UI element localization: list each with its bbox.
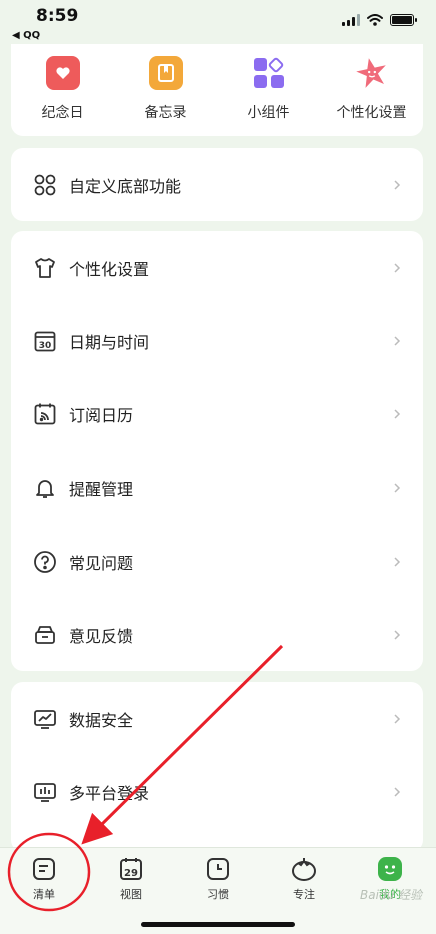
tab-list[interactable]: 清单 — [14, 856, 74, 902]
chevron-right-icon — [394, 335, 401, 346]
shortcut-widgets[interactable]: 小组件 — [217, 44, 320, 136]
menu-item-label: 多平台登录 — [69, 783, 150, 803]
menu-item-personalize[interactable]: 个性化设置 — [11, 231, 423, 304]
tab-view[interactable]: 29 视图 — [101, 856, 161, 902]
menu-group-custom: 自定义底部功能 — [11, 148, 423, 221]
calendar-29-icon: 29 — [120, 858, 142, 880]
tab-label: 清单 — [33, 888, 55, 901]
calendar-heart-icon — [45, 56, 80, 90]
widgets-icon — [252, 56, 286, 90]
watermark: Baidu 经验 — [360, 888, 422, 902]
tab-habits[interactable]: 习惯 — [188, 856, 248, 902]
chevron-right-icon — [394, 262, 401, 273]
menu-item-label: 常见问题 — [69, 553, 134, 573]
shortcut-card: 纪念日 备忘录 小组件 个性化设置 — [11, 44, 423, 136]
menu-item-data-security[interactable]: 数据安全 — [11, 682, 423, 755]
calendar-rss-icon — [33, 402, 57, 426]
avatar-face-icon — [378, 857, 402, 881]
shortcut-label: 备忘录 — [144, 105, 187, 121]
menu-item-label: 订阅日历 — [69, 405, 134, 425]
shortcut-personalize[interactable]: 个性化设置 — [320, 44, 423, 136]
chevron-right-icon — [394, 179, 401, 190]
bell-icon — [33, 476, 57, 500]
clock-icon — [207, 858, 229, 880]
tab-label: 习惯 — [207, 888, 229, 901]
bookmark-note-icon — [148, 56, 183, 90]
menu-group-settings: 个性化设置 30 日期与时间 订阅日历 提醒管理 常见问题 意见反馈 — [11, 231, 423, 671]
menu-item-subscribe-calendar[interactable]: 订阅日历 — [11, 377, 423, 450]
tab-label: 视图 — [120, 888, 142, 901]
calendar-30-icon: 30 — [33, 329, 57, 353]
four-circles-icon — [33, 173, 57, 197]
list-icon — [33, 858, 55, 880]
feedback-box-icon — [33, 623, 57, 647]
chevron-right-icon — [394, 786, 401, 797]
status-time: 8:59 — [36, 6, 79, 26]
status-icons — [342, 14, 417, 26]
home-indicator[interactable] — [141, 922, 295, 927]
menu-item-custom-bottom[interactable]: 自定义底部功能 — [11, 148, 423, 221]
shortcut-memo[interactable]: 备忘录 — [114, 44, 217, 136]
status-bar: 8:59 ◀ QQ — [0, 0, 436, 50]
shortcut-anniversary[interactable]: 纪念日 — [11, 44, 114, 136]
menu-item-date-time[interactable]: 30 日期与时间 — [11, 304, 423, 377]
battery-icon — [390, 14, 417, 26]
multi-platform-icon — [33, 780, 57, 804]
menu-item-label: 日期与时间 — [69, 332, 150, 352]
menu-item-faq[interactable]: 常见问题 — [11, 525, 423, 598]
tomato-icon — [292, 858, 316, 881]
back-to-app-link[interactable]: ◀ QQ — [12, 30, 40, 41]
chart-monitor-icon — [33, 707, 57, 731]
menu-item-reminders[interactable]: 提醒管理 — [11, 451, 423, 524]
shortcut-label: 个性化设置 — [336, 105, 407, 121]
tab-focus[interactable]: 专注 — [274, 856, 334, 902]
menu-item-label: 意见反馈 — [69, 626, 134, 646]
tshirt-icon — [33, 256, 57, 280]
menu-item-feedback[interactable]: 意见反馈 — [11, 598, 423, 671]
chevron-right-icon — [394, 482, 401, 493]
chevron-right-icon — [394, 629, 401, 640]
shortcut-label: 小组件 — [247, 105, 290, 121]
chevron-right-icon — [394, 408, 401, 419]
menu-group-data: 数据安全 多平台登录 — [11, 682, 423, 852]
tab-view-icon-number: 29 — [124, 868, 138, 879]
svg-text:30: 30 — [39, 341, 52, 351]
menu-item-label: 提醒管理 — [69, 479, 134, 499]
menu-item-label: 个性化设置 — [69, 259, 150, 279]
signal-icon — [342, 14, 360, 26]
chevron-right-icon — [394, 556, 401, 567]
wifi-icon — [367, 14, 383, 26]
question-icon — [33, 550, 57, 574]
menu-item-multi-platform[interactable]: 多平台登录 — [11, 755, 423, 828]
star-face-icon — [355, 56, 389, 90]
chevron-right-icon — [394, 713, 401, 724]
menu-item-label: 自定义底部功能 — [69, 176, 182, 196]
shortcut-label: 纪念日 — [41, 105, 84, 121]
menu-item-label: 数据安全 — [69, 710, 134, 730]
tab-label: 专注 — [293, 888, 315, 901]
